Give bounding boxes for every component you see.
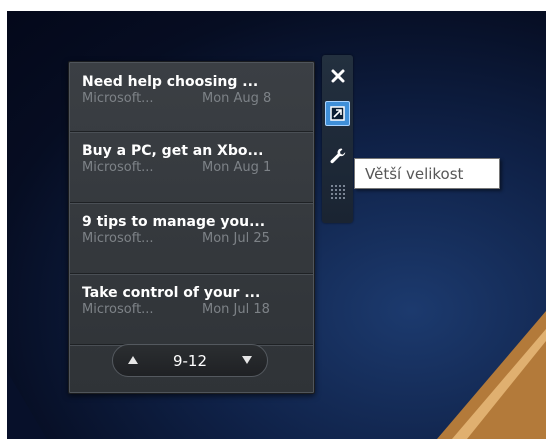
options-button[interactable] xyxy=(325,143,350,168)
close-button[interactable] xyxy=(325,63,350,88)
pager: 9-12 xyxy=(112,344,268,377)
feed-item[interactable]: Buy a PC, get an Xbo... Microsoft... Mon… xyxy=(70,132,313,203)
tooltip: Větší velikost xyxy=(354,158,500,189)
feed-item[interactable]: Need help choosing ... Microsoft... Mon … xyxy=(70,63,313,132)
next-page-button[interactable] xyxy=(241,354,253,368)
feed-item-meta: Microsoft... Mon Jul 18 xyxy=(82,302,313,318)
feed-item-date: Mon Jul 25 xyxy=(202,231,270,246)
up-triangle-icon xyxy=(128,355,138,364)
feed-list: Need help choosing ... Microsoft... Mon … xyxy=(70,63,313,345)
feed-item-title: Need help choosing ... xyxy=(82,74,259,90)
feed-item-source: Microsoft... xyxy=(82,231,154,246)
close-icon xyxy=(331,69,344,82)
feed-item-date: Mon Jul 18 xyxy=(202,302,270,317)
gadget-toolbar xyxy=(322,55,353,223)
drag-handle[interactable] xyxy=(325,180,350,205)
page-range: 9-12 xyxy=(172,351,208,370)
drag-grip-icon xyxy=(330,184,345,199)
feed-headlines-gadget: Need help choosing ... Microsoft... Mon … xyxy=(68,61,315,394)
feed-item-source: Microsoft... xyxy=(82,91,154,106)
feed-item-source: Microsoft... xyxy=(82,302,154,317)
feed-item-title: Buy a PC, get an Xbo... xyxy=(82,143,264,159)
feed-item-title: 9 tips to manage you... xyxy=(82,214,266,230)
feed-item-title: Take control of your ... xyxy=(82,285,261,301)
larger-size-button[interactable] xyxy=(325,101,350,126)
feed-item[interactable]: Take control of your ... Microsoft... Mo… xyxy=(70,274,313,345)
previous-page-button[interactable] xyxy=(127,354,139,368)
feed-item[interactable]: 9 tips to manage you... Microsoft... Mon… xyxy=(70,203,313,274)
feed-item-date: Mon Aug 8 xyxy=(202,91,272,106)
feed-item-meta: Microsoft... Mon Aug 8 xyxy=(82,91,313,107)
feed-item-meta: Microsoft... Mon Jul 25 xyxy=(82,231,313,247)
larger-size-icon xyxy=(330,106,345,121)
wrench-icon xyxy=(330,148,345,163)
feed-item-date: Mon Aug 1 xyxy=(202,160,272,175)
down-triangle-icon xyxy=(241,355,252,364)
feed-item-meta: Microsoft... Mon Aug 1 xyxy=(82,160,313,176)
feed-item-source: Microsoft... xyxy=(82,160,154,175)
